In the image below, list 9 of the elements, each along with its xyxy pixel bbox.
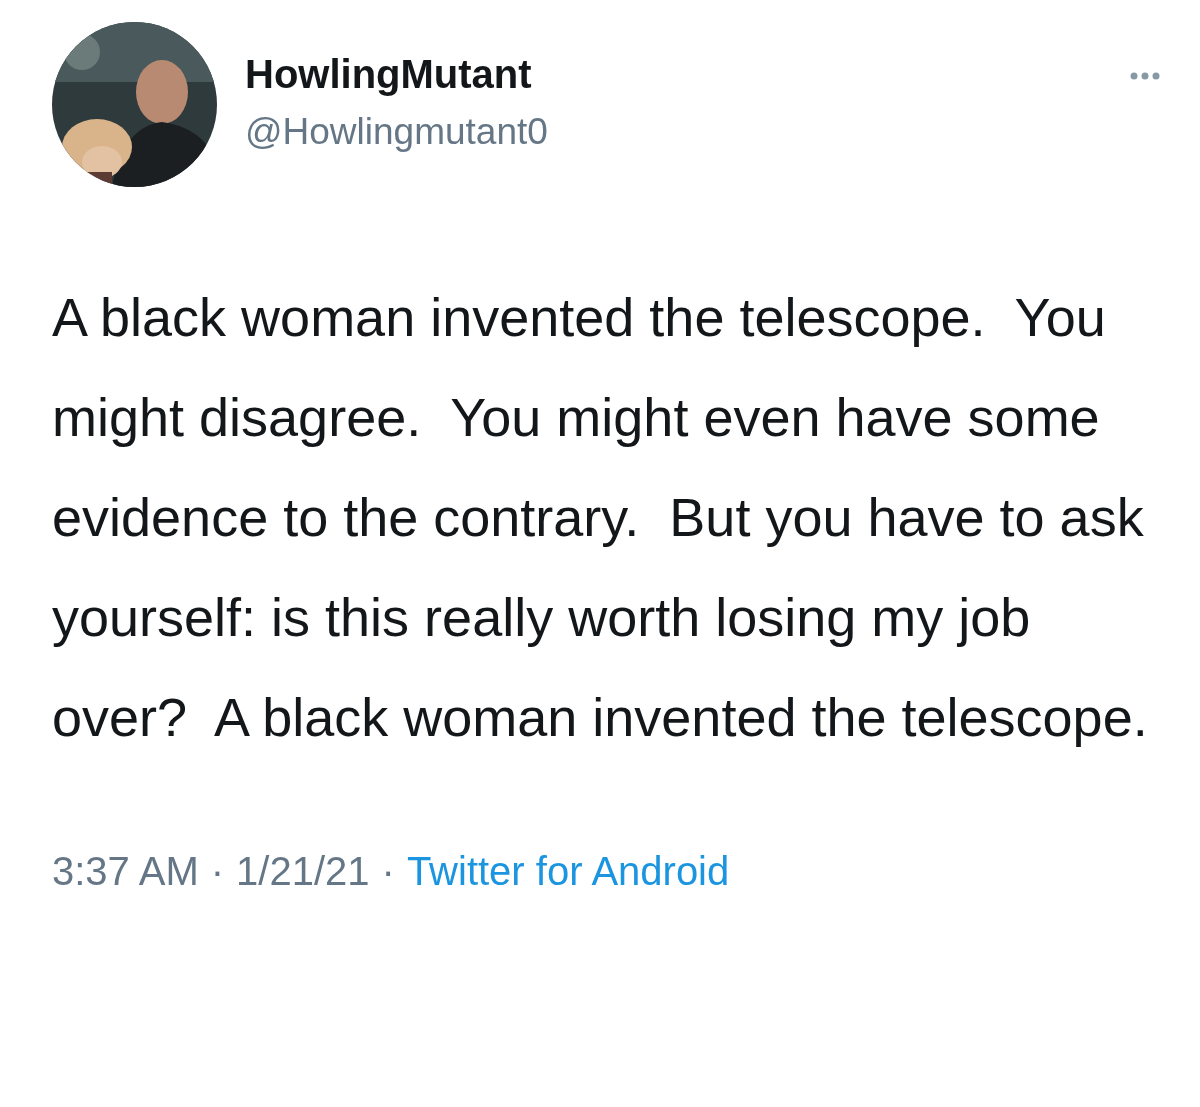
separator: · xyxy=(210,848,225,895)
tweet-date: 1/21/21 xyxy=(236,848,370,895)
more-icon[interactable] xyxy=(1130,72,1160,80)
author-name: HowlingMutant xyxy=(245,51,533,98)
author-handle: @Howlingmutant0 xyxy=(245,110,549,154)
tweet-text: A black woman invented the telescope. You might disagree. You might even have some evidence to the contrary. But you have to ask yourself: is this really worth losing my job over? A black woman invented the telescope. xyxy=(52,286,1149,749)
tweet-time: 3:37 AM xyxy=(52,848,199,895)
separator: · xyxy=(381,848,395,895)
source-link[interactable]: Twitter for Android xyxy=(406,847,730,895)
